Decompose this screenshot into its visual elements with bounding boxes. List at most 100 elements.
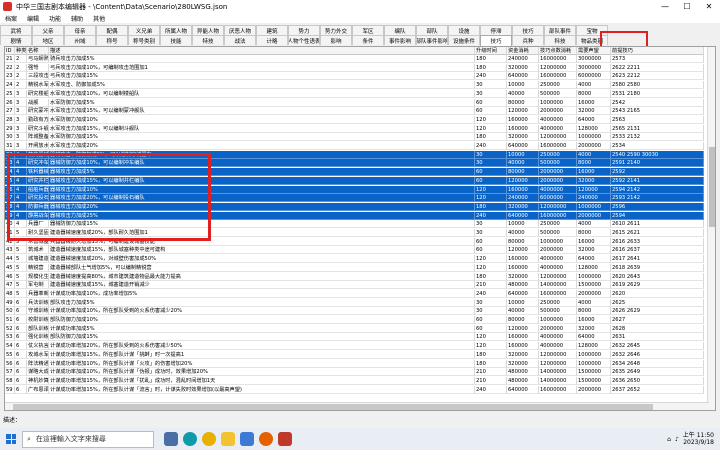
cell-pre[interactable]: 2623 2212 (611, 72, 704, 81)
tab-bottom-7[interactable]: 战法 (224, 35, 256, 45)
table-row[interactable]: 55 6 攻城水军 计谋成功率增加15%，所在部队计谋「挑衅」时一次提高1 180 320… (5, 350, 704, 359)
tab-bottom-2[interactable]: 州域 (64, 35, 96, 45)
menu-other[interactable]: 其他 (88, 14, 110, 23)
cell-cost[interactable]: 320000 (507, 359, 539, 368)
cell-exp[interactable]: 4000000 (539, 255, 577, 264)
cell-cost[interactable]: 80000 (507, 168, 539, 177)
cell-pre[interactable]: 2616 2633 (611, 237, 704, 246)
cell-cost[interactable]: 640000 (507, 72, 539, 81)
cell-exp[interactable]: 2000000 (539, 324, 577, 333)
table-row[interactable]: 22 2 强弩 弓兵攻击力加成10%，可编制攻击范围加1 180 320000 120000… (5, 63, 704, 72)
cell-time[interactable]: 30 (475, 81, 507, 90)
cell-exp[interactable]: 14000000 (539, 376, 577, 385)
cell-need[interactable]: 1000000 (577, 359, 611, 368)
cell-exp[interactable]: 500000 (539, 159, 577, 168)
cell-cost[interactable]: 10000 (507, 220, 539, 229)
cell-pre[interactable]: 2563 (611, 115, 704, 124)
cell-exp[interactable]: 16000000 (539, 72, 577, 81)
cell-cost[interactable]: 10000 (507, 150, 539, 159)
cell-name[interactable]: 强弩 (27, 63, 49, 72)
tab-bottom-13[interactable]: 部队事件影响 (416, 35, 448, 45)
table-row[interactable]: 53 6 强化训练 部队防御力加成15% 120 160000 4000000 64000 26… (5, 333, 704, 342)
maximize-button[interactable]: ☐ (676, 0, 698, 13)
cell-exp[interactable]: 12000000 (539, 202, 577, 211)
cell-type[interactable]: 5 (15, 272, 27, 281)
cell-pre[interactable]: 2565 2131 (611, 124, 704, 133)
cell-pre[interactable]: 2533 2132 (611, 133, 704, 142)
cell-cost[interactable]: 80000 (507, 98, 539, 107)
cell-type[interactable]: 3 (15, 98, 27, 107)
cell-desc[interactable]: 建造器械部队士气增加5%，可以编制精锐营 (49, 263, 475, 272)
cell-pre[interactable]: 2620 (611, 289, 704, 298)
cell-exp[interactable]: 16000000 (539, 289, 577, 298)
menu-function[interactable]: 功能 (44, 14, 66, 23)
table-row[interactable]: 26 3 战舰 水军防御力加成5% 60 80000 1000000 16000 2542 (5, 98, 704, 107)
cell-time[interactable]: 30 (475, 159, 507, 168)
cell-need[interactable]: 1500000 (577, 376, 611, 385)
cell-time[interactable]: 120 (475, 255, 507, 264)
cell-need[interactable]: 1000000 (577, 133, 611, 142)
table-row[interactable]: 49 6 兵法训练 部队攻击力加成5% 30 10000 250000 4000 2625 (5, 298, 704, 307)
cell-exp[interactable]: 2000000 (539, 168, 577, 177)
tab-top-6[interactable]: 异能人物 (192, 25, 224, 35)
cell-cost[interactable]: 160000 (507, 333, 539, 342)
cell-need[interactable]: 6000000 (577, 72, 611, 81)
cell-type[interactable]: 2 (15, 55, 27, 63)
clock[interactable]: 上午 11:50 2023/9/18 (683, 432, 714, 446)
cell-need[interactable]: 128000 (577, 342, 611, 351)
cell-desc[interactable]: 计谋成功率加成10%，成功率增加5% (49, 289, 475, 298)
tab-top-0[interactable]: 武将 (0, 25, 32, 35)
store-icon[interactable] (240, 432, 254, 446)
cell-desc[interactable]: 水军攻击力加成15%，可以编制斗舰队 (49, 124, 475, 133)
cell-name[interactable]: 研究斗舰 (27, 124, 49, 133)
tab-bottom-3[interactable]: 称号 (96, 35, 128, 45)
cell-time[interactable]: 30 (475, 220, 507, 229)
table-row[interactable]: 56 6 阵法精通 计谋成功率增加10%，所在部队计谋「火攻」的伤害增加20% 180 3… (5, 359, 704, 368)
cell-id[interactable]: 55 (5, 350, 15, 359)
cell-type[interactable]: 3 (15, 142, 27, 150)
network-icon[interactable]: ⌂ (667, 436, 671, 443)
table-row[interactable]: 50 6 守城训练 计谋成功率加成10%，所在部队受到的火系伤害减少20% 30 4000… (5, 307, 704, 316)
tab-top-8[interactable]: 建筑 (256, 25, 288, 35)
table-row[interactable]: 44 5 城墙建造 建造器械速度加成20%，对城壁伤害加成50% 120 160000 40… (5, 255, 704, 264)
cell-need[interactable]: 128000 (577, 124, 611, 133)
cell-exp[interactable]: 1000000 (539, 316, 577, 324)
cell-id[interactable]: 59 (5, 385, 15, 394)
cell-id[interactable]: 47 (5, 281, 15, 290)
column-header-time[interactable]: 升级时间 (475, 47, 507, 55)
cell-name[interactable]: 研究蒙冲 (27, 107, 49, 116)
cell-cost[interactable]: 640000 (507, 142, 539, 150)
cell-id[interactable]: 50 (5, 307, 15, 316)
cell-cost[interactable]: 480000 (507, 376, 539, 385)
cell-exp[interactable]: 14000000 (539, 368, 577, 377)
tab-bottom-5[interactable]: 技能 (160, 35, 192, 45)
cell-exp[interactable]: 12000000 (539, 359, 577, 368)
cell-desc[interactable]: 部队防御力加成15% (49, 333, 475, 342)
cell-exp[interactable]: 4000000 (539, 124, 577, 133)
cell-pre[interactable]: 2540 2590 30030 (611, 150, 704, 159)
table-row[interactable]: 29 3 研究斗舰 水军攻击力加成15%，可以编制斗舰队 120 160000 400000… (5, 124, 704, 133)
cell-name[interactable]: 研究楼船 (27, 89, 49, 98)
table-row[interactable]: 59 6 广布恩泽 计谋成功率增加15%，所在部队计谋「流言」时，计谋失败时效果增加(… (5, 385, 704, 394)
cell-need[interactable]: 8000 (577, 159, 611, 168)
cell-need[interactable]: 8000 (577, 307, 611, 316)
cell-pre[interactable]: 2636 2650 (611, 376, 704, 385)
cell-pre[interactable]: 2594 2142 (611, 185, 704, 194)
tab-top-14[interactable]: 设施 (448, 25, 480, 35)
cell-type[interactable]: 2 (15, 63, 27, 72)
cell-pre[interactable]: 2620 2643 (611, 272, 704, 281)
cell-need[interactable]: 64000 (577, 115, 611, 124)
cell-type[interactable]: 3 (15, 107, 27, 116)
cell-exp[interactable]: 14000000 (539, 281, 577, 290)
cell-pre[interactable]: 2580 2580 (611, 81, 704, 90)
cell-time[interactable]: 60 (475, 324, 507, 333)
table-row[interactable]: 25 3 研究楼船 水军攻击力加成10%，可以编制楼船队 30 40000 500000 80… (5, 89, 704, 98)
column-header-description[interactable]: 描述 (49, 47, 475, 55)
cell-desc[interactable]: 水军攻击、防御加成5% (49, 81, 475, 90)
tab-top-10[interactable]: 势力外交 (320, 25, 352, 35)
cell-id[interactable]: 49 (5, 298, 15, 307)
tab-bottom-8[interactable]: 计略 (256, 35, 288, 45)
cell-time[interactable]: 120 (475, 333, 507, 342)
tab-top-9[interactable]: 势力 (288, 25, 320, 35)
cell-cost[interactable]: 480000 (507, 281, 539, 290)
